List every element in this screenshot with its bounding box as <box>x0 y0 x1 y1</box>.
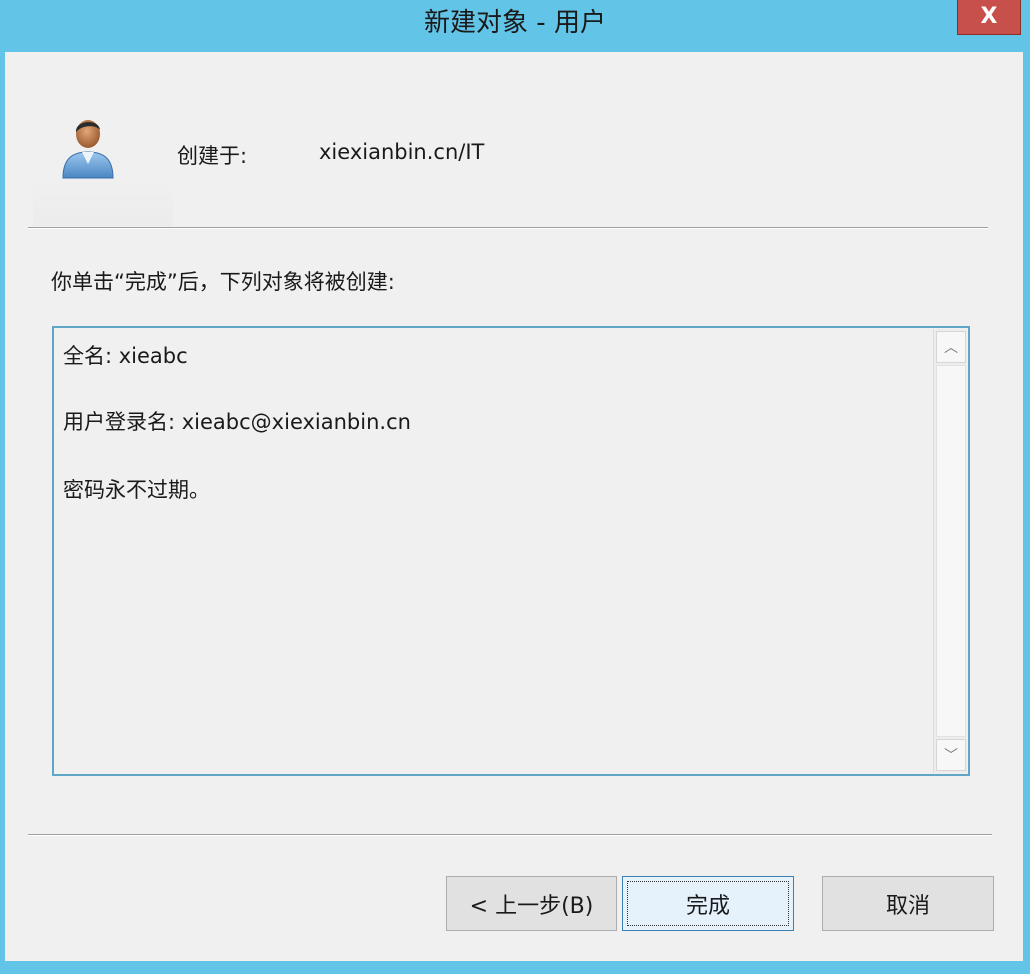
user-icon <box>53 112 123 182</box>
summary-textbox[interactable]: 全名: xieabc 用户登录名: xieabc@xiexianbin.cn 密… <box>52 326 970 776</box>
focus-rectangle <box>627 881 789 926</box>
close-button[interactable]: X <box>957 0 1021 35</box>
window-title: 新建对象 - 用户 <box>424 8 606 38</box>
footer-divider <box>28 834 992 836</box>
chevron-up-icon: ︿ <box>944 340 958 356</box>
header-divider <box>28 227 988 229</box>
summary-password-note: 密码永不过期。 <box>63 478 210 502</box>
finish-button[interactable]: 完成 <box>622 876 794 931</box>
close-icon: X <box>980 4 998 29</box>
scroll-down-button[interactable]: ﹀ <box>936 739 966 771</box>
title-bar[interactable]: 新建对象 - 用户 X <box>0 0 1030 52</box>
summary-full-name: 全名: xieabc <box>63 344 188 368</box>
info-text: 你单击“完成”后，下列对象将被创建: <box>51 270 395 294</box>
vertical-scrollbar[interactable]: ︿ ﹀ <box>933 329 967 773</box>
chevron-down-icon: ﹀ <box>944 748 958 764</box>
avatar-shadow <box>33 180 173 226</box>
back-button[interactable]: < 上一步(B) <box>446 876 617 931</box>
cancel-button[interactable]: 取消 <box>822 876 994 931</box>
scroll-track[interactable] <box>936 365 966 737</box>
created-in-label: 创建于: <box>177 144 248 168</box>
dialog-body: 创建于: xiexianbin.cn/IT 你单击“完成”后，下列对象将被创建:… <box>5 52 1023 961</box>
created-in-value: xiexianbin.cn/IT <box>319 140 485 164</box>
scroll-up-button[interactable]: ︿ <box>936 331 966 363</box>
summary-logon-name: 用户登录名: xieabc@xiexianbin.cn <box>63 410 411 434</box>
